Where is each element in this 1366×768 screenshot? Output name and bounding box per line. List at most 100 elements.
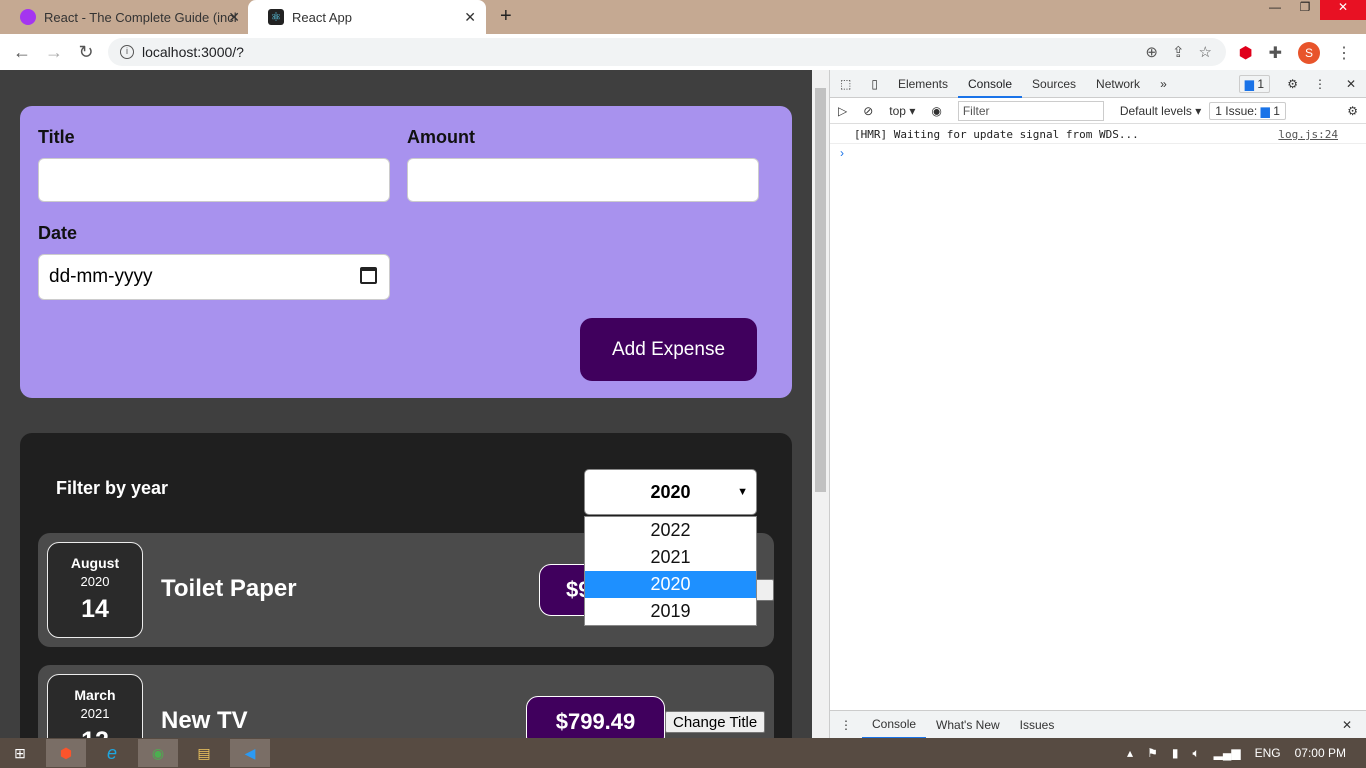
more-options-icon[interactable]: ⋮ — [1304, 77, 1336, 91]
close-tab-icon[interactable]: ✕ — [464, 9, 476, 26]
console-filter-input[interactable]: Filter — [957, 100, 1104, 121]
year-option-selected[interactable]: 2020 — [585, 571, 756, 598]
levels-select[interactable]: Default levels ▾ — [1112, 104, 1209, 118]
ie-taskbar-icon[interactable]: e — [92, 739, 132, 767]
title-label: Title — [38, 127, 75, 147]
url-text: localhost:3000/? — [142, 44, 244, 60]
amount-input[interactable] — [407, 158, 759, 202]
year-option[interactable]: 2022 — [585, 517, 756, 544]
profile-avatar[interactable]: S — [1298, 42, 1320, 64]
clear-console-icon[interactable]: ⊘ — [855, 104, 881, 118]
change-title-button[interactable]: Change Title — [665, 711, 766, 733]
expense-item: March 2021 12 New TV $799.49 Change Titl… — [38, 665, 774, 738]
date-month: August — [70, 555, 120, 571]
forward-icon[interactable]: → — [38, 42, 70, 63]
tab-udemy[interactable]: React - The Complete Guide (incl ✕ — [0, 0, 250, 34]
year-option[interactable]: 2019 — [585, 598, 756, 625]
minimize-icon[interactable]: — — [1260, 0, 1290, 20]
brave-extension-icon[interactable]: ⬢ — [1239, 43, 1253, 63]
tab-network[interactable]: Network — [1086, 77, 1150, 91]
eye-icon[interactable]: ◉ — [923, 104, 949, 118]
battery-icon[interactable]: ▮ — [1172, 746, 1179, 760]
expense-title: Toilet Paper — [161, 575, 297, 602]
clock[interactable]: 07:00 PM — [1295, 746, 1346, 760]
expense-date: March 2021 12 — [47, 674, 143, 738]
show-hidden-icons[interactable]: ▴ — [1127, 746, 1133, 760]
language-indicator[interactable]: ENG — [1255, 746, 1281, 760]
context-value: top — [889, 103, 906, 118]
info-icon[interactable]: i — [120, 45, 134, 59]
expense-title: New TV — [161, 707, 248, 734]
message-count: 1 — [1257, 76, 1264, 91]
title-input[interactable] — [38, 158, 390, 202]
sidebar-toggle-icon[interactable]: ▷ — [830, 104, 855, 118]
console-message: [HMR] Waiting for update signal from WDS… — [830, 124, 1366, 144]
log-source-link[interactable]: log.js:24 — [1278, 128, 1338, 141]
console-toolbar: ▷ ⊘ top ▾ ◉ Filter Default levels ▾ 1 Is… — [830, 98, 1366, 124]
calendar-icon[interactable] — [360, 267, 377, 284]
drawer-tab-whats-new[interactable]: What's New — [926, 718, 1010, 732]
messages-badge[interactable]: ▆ 1 — [1238, 74, 1270, 93]
inspect-icon[interactable]: ⬚ — [830, 77, 861, 91]
page-scrollbar[interactable] — [812, 70, 829, 738]
file-explorer-icon[interactable]: ▤ — [184, 739, 224, 767]
reload-icon[interactable]: ↻ — [70, 42, 102, 63]
tab-elements[interactable]: Elements — [888, 77, 958, 91]
react-icon: ⚛ — [268, 9, 284, 25]
date-month: March — [74, 687, 116, 703]
tab-react-app[interactable]: ⚛ React App ✕ — [248, 0, 486, 34]
drawer-menu-icon[interactable]: ⋮ — [830, 718, 862, 732]
filter-label: Filter by year — [56, 478, 169, 498]
taskbar: ⊞ ⬢ e ◉ ▤ ◀ ▴ ⚑ ▮ 🔈︎ ▂▄▆ ENG 07:00 PM — [0, 738, 1366, 768]
expense-form: Title Amount Date dd-mm-yyyy Add Expense — [20, 106, 792, 398]
levels-value: Default levels — [1119, 103, 1192, 118]
context-select[interactable]: top ▾ — [881, 104, 923, 118]
extensions-icon[interactable]: ✚ — [1269, 43, 1282, 63]
drawer-tab-console[interactable]: Console — [862, 711, 927, 739]
start-windows-icon[interactable]: ⊞ — [0, 739, 40, 767]
date-day: 14 — [81, 595, 109, 623]
console-prompt[interactable]: › — [830, 144, 1366, 162]
amount-label: Amount — [407, 127, 475, 147]
tab-strip: React - The Complete Guide (incl ✕ ⚛ Rea… — [0, 0, 1366, 34]
year-select[interactable]: 2020 ▼ — [584, 469, 757, 515]
selected-year: 2020 — [650, 481, 691, 502]
close-devtools-icon[interactable]: ✕ — [1336, 77, 1366, 91]
devtools-panel: ⬚ ▯ Elements Console Sources Network » ▆ … — [829, 70, 1366, 739]
volume-icon[interactable]: 🔈︎ — [1192, 746, 1199, 761]
react-app-page: Title Amount Date dd-mm-yyyy Add Expense… — [0, 70, 812, 738]
more-tabs-icon[interactable]: » — [1150, 77, 1177, 91]
device-toolbar-icon[interactable]: ▯ — [861, 77, 888, 91]
chevron-down-icon: ▼ — [737, 486, 748, 498]
address-bar[interactable]: i localhost:3000/? ⊕ ⇪ ☆ — [108, 38, 1226, 66]
year-option[interactable]: 2021 — [585, 544, 756, 571]
network-signal-icon[interactable]: ▂▄▆ — [1214, 746, 1241, 760]
restore-icon[interactable]: ❐ — [1290, 0, 1320, 20]
back-icon[interactable]: ← — [6, 42, 38, 63]
issues-button[interactable]: 1 Issue: ▆ 1 — [1209, 101, 1286, 120]
add-expense-button[interactable]: Add Expense — [580, 318, 757, 381]
share-icon[interactable]: ⇪ — [1172, 43, 1185, 61]
date-input[interactable]: dd-mm-yyyy — [38, 254, 390, 300]
date-year: 2020 — [80, 574, 110, 589]
close-tab-icon[interactable]: ✕ — [228, 9, 240, 26]
vscode-taskbar-icon[interactable]: ◀ — [230, 739, 270, 767]
zoom-icon[interactable]: ⊕ — [1145, 43, 1158, 61]
menu-icon[interactable]: ⋮ — [1336, 43, 1352, 63]
console-settings-icon[interactable]: ⚙ — [1347, 104, 1358, 118]
tab-sources[interactable]: Sources — [1022, 77, 1086, 91]
brave-taskbar-icon[interactable]: ⬢ — [46, 739, 86, 767]
chrome-taskbar-icon[interactable]: ◉ — [138, 739, 178, 767]
udemy-icon — [20, 9, 36, 25]
date-year: 2021 — [80, 706, 110, 721]
bookmark-star-icon[interactable]: ☆ — [1199, 43, 1212, 61]
drawer-tab-issues[interactable]: Issues — [1010, 718, 1065, 732]
year-dropdown: 2022 2021 2020 2019 — [584, 516, 757, 626]
action-center-flag-icon[interactable]: ⚑ — [1147, 746, 1158, 760]
close-drawer-icon[interactable]: ✕ — [1332, 718, 1362, 732]
window-close-icon[interactable]: ✕ — [1320, 0, 1366, 20]
tab-console[interactable]: Console — [957, 70, 1023, 98]
new-tab-button[interactable]: + — [500, 5, 512, 28]
nav-bar: ← → ↻ i localhost:3000/? ⊕ ⇪ ☆ ⬢ ✚ S ⋮ — [0, 34, 1366, 70]
scrollbar-thumb[interactable] — [815, 88, 826, 492]
